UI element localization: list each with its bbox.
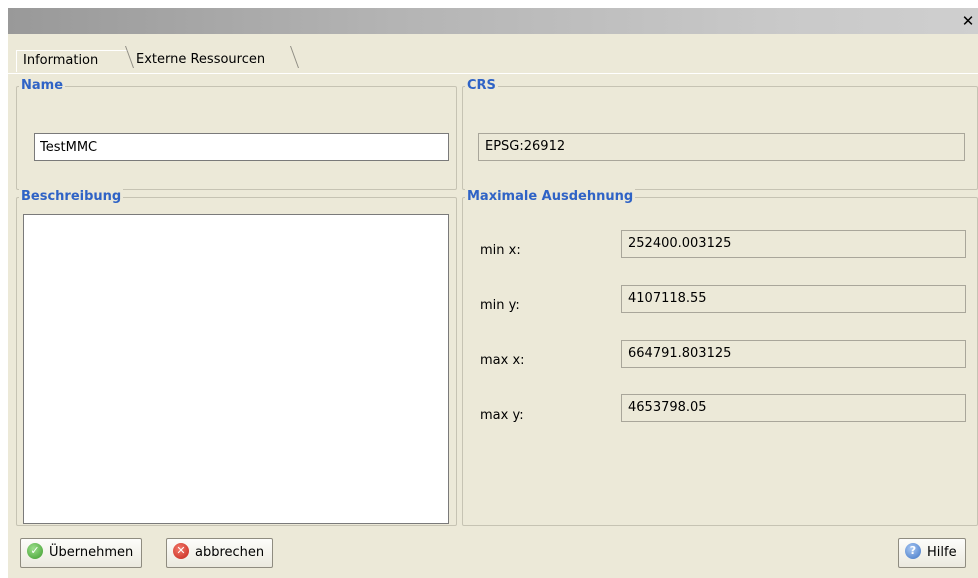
max-y-field: 4653798.05	[621, 394, 966, 422]
tab-externe-ressourcen[interactable]: Externe Ressourcen	[130, 50, 298, 72]
close-icon: ✕	[961, 12, 975, 30]
title-bar[interactable]: ✕	[8, 8, 978, 34]
cancel-button[interactable]: ✕ abbrechen	[166, 538, 274, 568]
help-button[interactable]: ? Hilfe	[898, 538, 966, 568]
tab-strip: Information Externe Ressourcen	[16, 46, 416, 72]
min-x-field: 252400.003125	[621, 230, 966, 258]
tab-divider	[8, 73, 978, 74]
extent-group-title: Maximale Ausdehnung	[465, 189, 636, 205]
description-textarea[interactable]	[23, 214, 449, 524]
dialog-window: ✕ Information Externe Ressourcen Name CR…	[8, 8, 978, 578]
apply-button-label: Übernehmen	[49, 545, 134, 560]
name-group-title: Name	[19, 78, 66, 94]
check-circle-icon: ✓	[27, 542, 43, 559]
min-y-label: min y:	[480, 298, 520, 313]
help-circle-icon: ?	[905, 542, 921, 559]
max-y-label: max y:	[480, 408, 524, 423]
name-input[interactable]	[34, 133, 449, 161]
tab-information[interactable]: Information	[16, 50, 128, 72]
description-group: Beschreibung	[16, 189, 457, 526]
min-x-label: min x:	[480, 243, 521, 258]
max-x-field: 664791.803125	[621, 340, 966, 368]
name-group: Name	[16, 78, 457, 190]
close-button[interactable]: ✕	[960, 13, 976, 29]
cancel-circle-icon: ✕	[173, 542, 189, 559]
crs-group-title: CRS	[465, 78, 498, 94]
help-button-label: Hilfe	[927, 545, 957, 560]
description-group-title: Beschreibung	[19, 189, 124, 205]
apply-button[interactable]: ✓ Übernehmen	[20, 538, 143, 568]
min-y-field: 4107118.55	[621, 285, 966, 313]
cancel-button-label: abbrechen	[195, 545, 265, 560]
extent-group: Maximale Ausdehnung min x: 252400.003125…	[462, 189, 978, 526]
crs-group: CRS EPSG:26912	[462, 78, 978, 190]
crs-field: EPSG:26912	[478, 133, 965, 161]
max-x-label: max x:	[480, 353, 525, 368]
